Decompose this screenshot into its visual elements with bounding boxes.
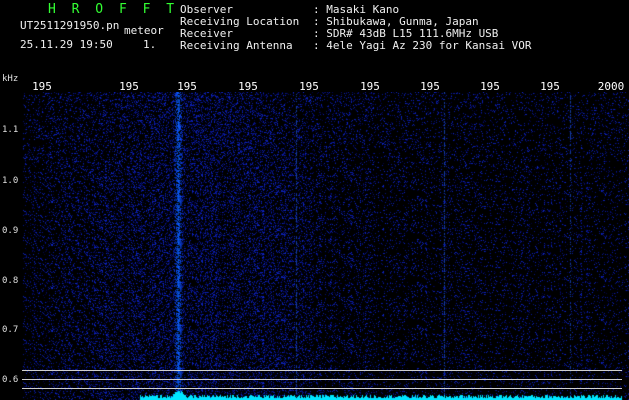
y-tick-label: 1.0 [2, 176, 19, 186]
reference-line [22, 379, 622, 380]
scale-label: 1. [143, 38, 157, 51]
mode-label: meteor [124, 24, 164, 37]
y-tick-label: 1.1 [2, 125, 19, 135]
y-tick-label: 0.8 [2, 276, 19, 286]
info-key: Receiving Antenna [180, 39, 293, 52]
header-panel: H R O F F T UT2511291950.pn meteor 25.11… [0, 0, 629, 84]
waterfall-spectrogram [0, 92, 629, 400]
datetime-label: 25.11.29 19:50 [20, 38, 113, 51]
app-brand: H R O F F T [48, 2, 179, 17]
station-info: Observer: Masaki Kano Receiving Location… [180, 4, 532, 52]
info-value: : 4ele Yagi Az 230 for Kansai VOR [313, 39, 532, 52]
y-tick-label: 0.7 [2, 325, 19, 335]
file-name: UT2511291950.pn [20, 19, 120, 32]
reference-line [22, 370, 622, 371]
y-tick-label: 0.6 [2, 375, 19, 385]
y-axis-unit: kHz [2, 74, 19, 84]
y-tick-label: 0.9 [2, 226, 19, 236]
reference-line [22, 388, 622, 389]
info-row: Receiving Antenna : 4ele Yagi Az 230 for … [180, 40, 532, 52]
